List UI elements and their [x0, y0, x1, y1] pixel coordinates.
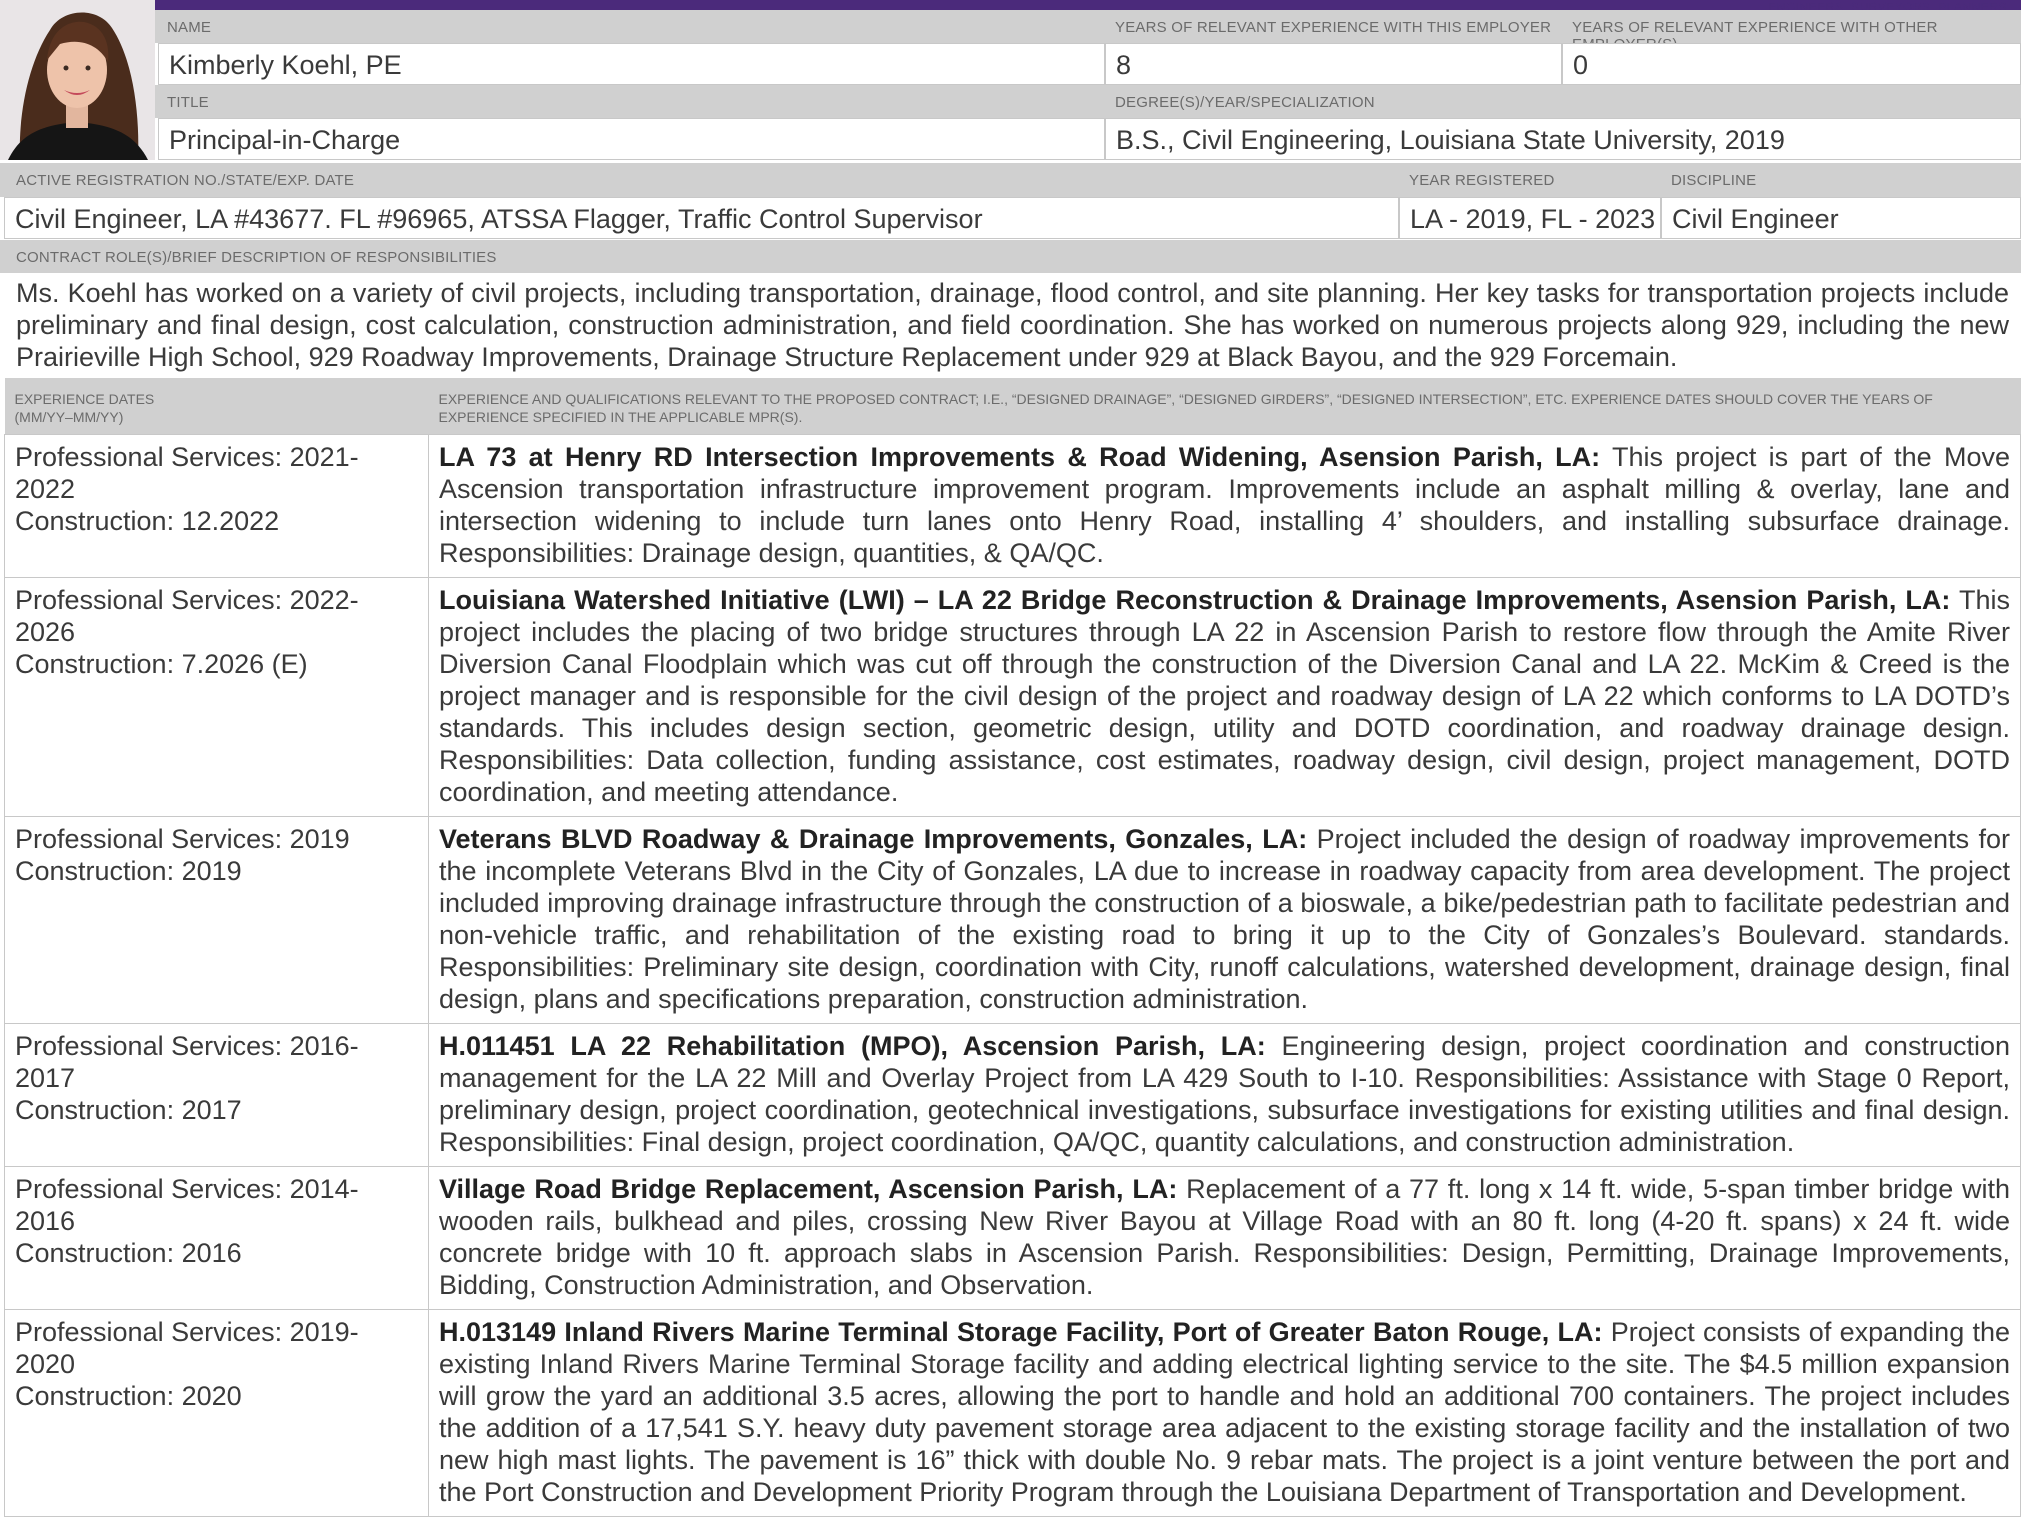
- table-row: Professional Services: 2019-2020 Constru…: [4, 1309, 2021, 1517]
- experience-description: H.013149 Inland Rivers Marine Terminal S…: [428, 1309, 2021, 1517]
- experience-dates: Professional Services: 2014-2016 Constru…: [4, 1166, 429, 1310]
- professional-services-dates: Professional Services: 2016-2017: [15, 1031, 359, 1093]
- name-value: Kimberly Koehl, PE: [158, 43, 1105, 85]
- construction-dates: Construction: 2019: [15, 856, 242, 886]
- experience-table: EXPERIENCE DATES (MM/YY–MM/YY) EXPERIENC…: [4, 378, 2021, 1517]
- title-value: Principal-in-Charge: [158, 118, 1105, 160]
- experience-dates: Professional Services: 2019-2020 Constru…: [4, 1309, 429, 1517]
- project-title: Village Road Bridge Replacement, Ascensi…: [439, 1174, 1178, 1204]
- professional-services-dates: Professional Services: 2019-2020: [15, 1317, 359, 1379]
- title-label: TITLE: [167, 94, 209, 111]
- construction-dates: Construction: 2016: [15, 1238, 242, 1268]
- professional-services-dates: Professional Services: 2019: [15, 824, 350, 854]
- registration-label: ACTIVE REGISTRATION NO./STATE/EXP. DATE: [16, 172, 355, 189]
- table-row: Professional Services: 2022-2026 Constru…: [4, 577, 2021, 817]
- construction-dates: Construction: 12.2022: [15, 506, 280, 536]
- experience-dates-format: (MM/YY–MM/YY): [14, 409, 124, 425]
- discipline-value: Civil Engineer: [1661, 197, 2021, 239]
- degree-label: DEGREE(S)/YEAR/SPECIALIZATION: [1115, 94, 1375, 111]
- table-row: Professional Services: 2016-2017 Constru…: [4, 1023, 2021, 1167]
- table-row: Professional Services: 2019 Construction…: [4, 816, 2021, 1024]
- portrait-image: [0, 0, 155, 160]
- project-title: H.011451 LA 22 Rehabilitation (MPO), Asc…: [439, 1031, 1266, 1061]
- table-row: Professional Services: 2021-2022 Constru…: [4, 434, 2021, 578]
- construction-dates: Construction: 2020: [15, 1381, 242, 1411]
- experience-dates: Professional Services: 2021-2022 Constru…: [4, 434, 429, 578]
- year-registered-label: YEAR REGISTERED: [1409, 172, 1555, 189]
- experience-dates: Professional Services: 2019 Construction…: [4, 816, 429, 1024]
- registration-value: Civil Engineer, LA #43677. FL #96965, AT…: [4, 197, 1399, 239]
- experience-dates-header: EXPERIENCE DATES (MM/YY–MM/YY): [4, 378, 429, 435]
- project-title: Veterans BLVD Roadway & Drainage Improve…: [439, 824, 1308, 854]
- experience-header-row: EXPERIENCE DATES (MM/YY–MM/YY) EXPERIENC…: [4, 378, 2021, 435]
- experience-description-header: EXPERIENCE AND QUALIFICATIONS RELEVANT T…: [428, 378, 2021, 435]
- construction-dates: Construction: 2017: [15, 1095, 242, 1125]
- brand-bar: [155, 0, 2021, 10]
- project-details: This project includes the placing of two…: [439, 585, 2010, 807]
- professional-services-dates: Professional Services: 2014-2016: [15, 1174, 359, 1236]
- professional-services-dates: Professional Services: 2022-2026: [15, 585, 359, 647]
- project-title: Louisiana Watershed Initiative (LWI) – L…: [439, 585, 1951, 615]
- years-employer-value: 8: [1105, 43, 1562, 85]
- year-registered-value: LA - 2019, FL - 2023: [1399, 197, 1661, 239]
- construction-dates: Construction: 7.2026 (E): [15, 649, 308, 679]
- project-title: LA 73 at Henry RD Intersection Improveme…: [439, 442, 1601, 472]
- years-employer-label: YEARS OF RELEVANT EXPERIENCE WITH THIS E…: [1115, 19, 1552, 36]
- experience-description: LA 73 at Henry RD Intersection Improveme…: [428, 434, 2021, 578]
- degree-value: B.S., Civil Engineering, Louisiana State…: [1105, 118, 2021, 160]
- experience-description: Village Road Bridge Replacement, Ascensi…: [428, 1166, 2021, 1310]
- experience-description: Louisiana Watershed Initiative (LWI) – L…: [428, 577, 2021, 817]
- professional-services-dates: Professional Services: 2021-2022: [15, 442, 359, 504]
- name-label: NAME: [167, 19, 212, 36]
- experience-dates: Professional Services: 2016-2017 Constru…: [4, 1023, 429, 1167]
- experience-description: Veterans BLVD Roadway & Drainage Improve…: [428, 816, 2021, 1024]
- contract-description: Ms. Koehl has worked on a variety of civ…: [16, 278, 2009, 372]
- experience-description: H.011451 LA 22 Rehabilitation (MPO), Asc…: [428, 1023, 2021, 1167]
- contract-label: CONTRACT ROLE(S)/BRIEF DESCRIPTION OF RE…: [16, 249, 497, 266]
- discipline-label: DISCIPLINE: [1671, 172, 1757, 189]
- table-row: Professional Services: 2014-2016 Constru…: [4, 1166, 2021, 1310]
- title-label-bar: [155, 85, 2021, 118]
- years-other-value: 0: [1562, 43, 2021, 85]
- profile-photo: [0, 0, 155, 160]
- experience-dates-label: EXPERIENCE DATES: [14, 391, 155, 407]
- experience-dates: Professional Services: 2022-2026 Constru…: [4, 577, 429, 817]
- project-title: H.013149 Inland Rivers Marine Terminal S…: [439, 1317, 1603, 1347]
